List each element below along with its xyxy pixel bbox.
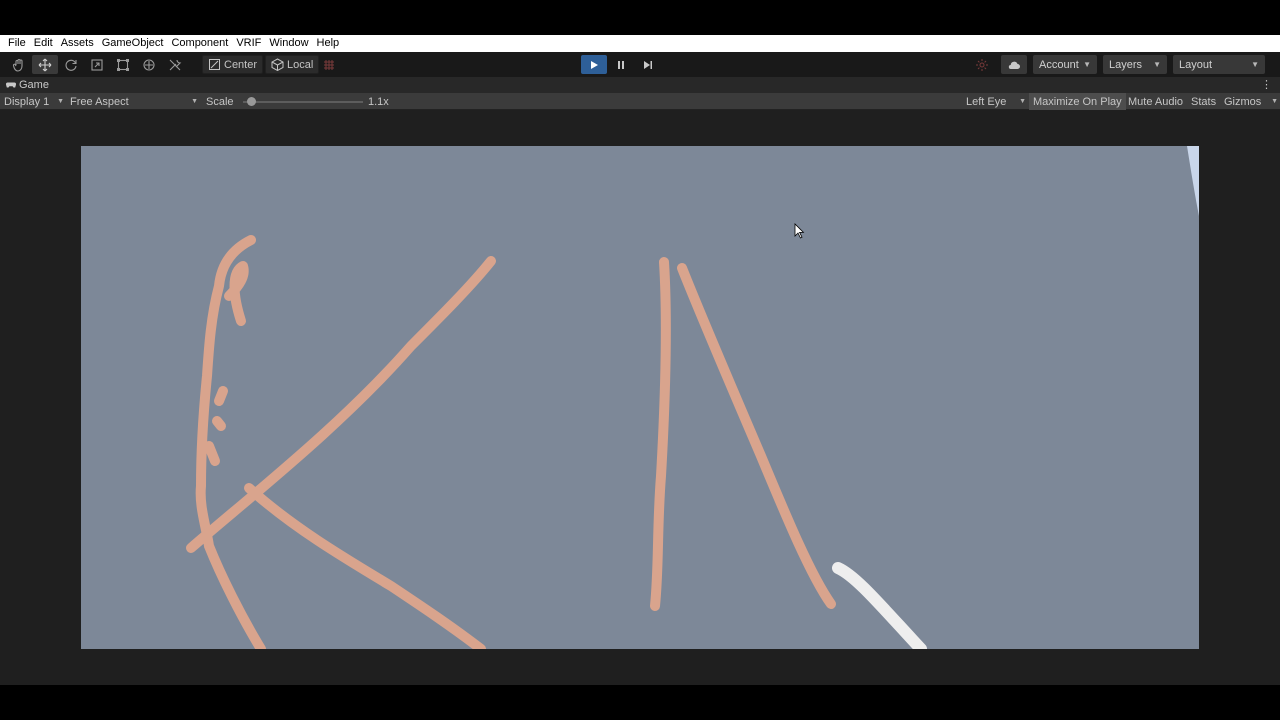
menu-assets[interactable]: Assets [57, 35, 98, 52]
display-label: Display 1 [4, 95, 50, 108]
pivot-space-label: Local [287, 58, 314, 71]
step-button[interactable] [635, 55, 661, 74]
eye-dropdown[interactable]: Left Eye ▼ [966, 93, 1026, 110]
collab-button[interactable] [969, 55, 995, 74]
letterbox-bottom [0, 685, 1280, 720]
grid-snap-group [316, 55, 342, 74]
play-controls [581, 55, 661, 74]
right-toolbar: Account ▼ Layers ▼ Layout ▼ [969, 55, 1265, 74]
menu-help[interactable]: Help [313, 35, 344, 52]
transform-all-tool-button[interactable] [136, 55, 162, 74]
gizmos-caret-icon: ▼ [1271, 98, 1278, 105]
tab-menu-icon[interactable]: ⋮ [1261, 77, 1272, 93]
scale-icon [91, 58, 103, 71]
eye-label: Left Eye [966, 95, 1007, 108]
cloud-icon [1008, 61, 1020, 69]
account-label: Account [1039, 58, 1079, 71]
hand-icon [12, 58, 23, 72]
layout-label: Layout [1179, 58, 1213, 71]
rotate-tool-button[interactable] [58, 55, 84, 74]
paint-stroke-a-right [677, 263, 836, 609]
game-render-view[interactable] [81, 146, 1199, 649]
move-tool-button[interactable] [32, 55, 58, 74]
aspect-dropdown[interactable]: Free Aspect ▼ [70, 93, 198, 110]
layout-caret-icon: ▼ [1251, 60, 1259, 69]
play-button[interactable] [581, 55, 607, 74]
aspect-label: Free Aspect [70, 95, 129, 108]
letterbox-top [0, 0, 1280, 35]
tools-icon [169, 59, 182, 70]
mute-audio-toggle[interactable]: Mute Audio [1128, 93, 1183, 110]
layout-dropdown[interactable]: Layout ▼ [1173, 55, 1265, 74]
tab-game[interactable]: Game [0, 79, 49, 91]
menu-vrif[interactable]: VRIF [232, 35, 265, 52]
gizmos-label: Gizmos [1224, 95, 1262, 108]
layers-caret-icon: ▼ [1153, 60, 1161, 69]
rotate-icon [65, 59, 77, 71]
grid-snap-icon [324, 59, 334, 70]
cloud-button[interactable] [1001, 55, 1027, 74]
game-view-controls: Display 1 ▼ Free Aspect ▼ Scale 1.1x Lef… [0, 93, 1280, 110]
hand-tool-button[interactable] [6, 55, 32, 74]
paint-stroke-k-leg [244, 483, 486, 649]
pause-icon [618, 60, 624, 69]
rect-transform-icon [117, 58, 129, 71]
game-tab-bar: Game ⋮ [0, 77, 1280, 93]
gamepad-icon [6, 82, 16, 88]
pivot-space-toggle[interactable]: Local [265, 55, 320, 74]
maximize-on-play-toggle[interactable]: Maximize On Play [1029, 93, 1126, 110]
grid-snap-button[interactable] [316, 55, 342, 74]
step-icon [644, 60, 652, 69]
local-cube-icon [271, 58, 284, 71]
scale-tool-button[interactable] [84, 55, 110, 74]
menu-gameobject[interactable]: GameObject [98, 35, 168, 52]
menu-window[interactable]: Window [265, 35, 312, 52]
paint-stroke-k-loop [224, 261, 249, 326]
menu-bar: File Edit Assets GameObject Component VR… [0, 35, 1280, 52]
aspect-caret-icon: ▼ [191, 98, 198, 105]
menu-edit[interactable]: Edit [30, 35, 57, 52]
pause-button[interactable] [608, 55, 634, 74]
paint-stroke-a-left [650, 257, 671, 611]
main-toolbar: Center Local Account ▼ Layers ▼ Layout ▼ [0, 52, 1280, 77]
custom-tool-button[interactable] [162, 55, 188, 74]
drawing-canvas [186, 146, 1199, 649]
menu-file[interactable]: File [4, 35, 30, 52]
mouse-cursor-icon [794, 223, 805, 239]
scale-label: Scale [206, 95, 234, 108]
layers-dropdown[interactable]: Layers ▼ [1103, 55, 1167, 74]
transform-tools [6, 55, 188, 74]
transform-all-icon [143, 58, 155, 71]
scale-slider-knob[interactable] [246, 97, 256, 106]
eye-caret-icon: ▼ [1019, 98, 1026, 105]
stats-toggle[interactable]: Stats [1191, 93, 1216, 110]
layers-label: Layers [1109, 58, 1143, 71]
pivot-center-toggle[interactable]: Center [202, 55, 264, 74]
gizmos-dropdown[interactable]: Gizmos ▼ [1224, 93, 1278, 110]
vr-pen-controller [832, 562, 927, 649]
pivot-center-icon [209, 59, 220, 70]
rect-tool-button[interactable] [110, 55, 136, 74]
pivot-controls: Center Local [202, 55, 320, 74]
move-arrows-icon [38, 58, 52, 71]
collab-icon [976, 58, 988, 71]
scale-slider-track[interactable] [243, 101, 363, 103]
play-icon [591, 60, 598, 69]
tab-game-label: Game [19, 79, 49, 91]
account-dropdown[interactable]: Account ▼ [1033, 55, 1097, 74]
scale-value: 1.1x [368, 95, 389, 108]
pivot-center-label: Center [224, 58, 258, 71]
display-caret-icon: ▼ [57, 98, 64, 105]
sky-edge-highlight [1187, 146, 1199, 216]
paint-stroke-k-dots [204, 386, 228, 466]
account-caret-icon: ▼ [1083, 60, 1091, 69]
display-dropdown[interactable]: Display 1 ▼ [4, 93, 64, 110]
menu-component[interactable]: Component [167, 35, 232, 52]
